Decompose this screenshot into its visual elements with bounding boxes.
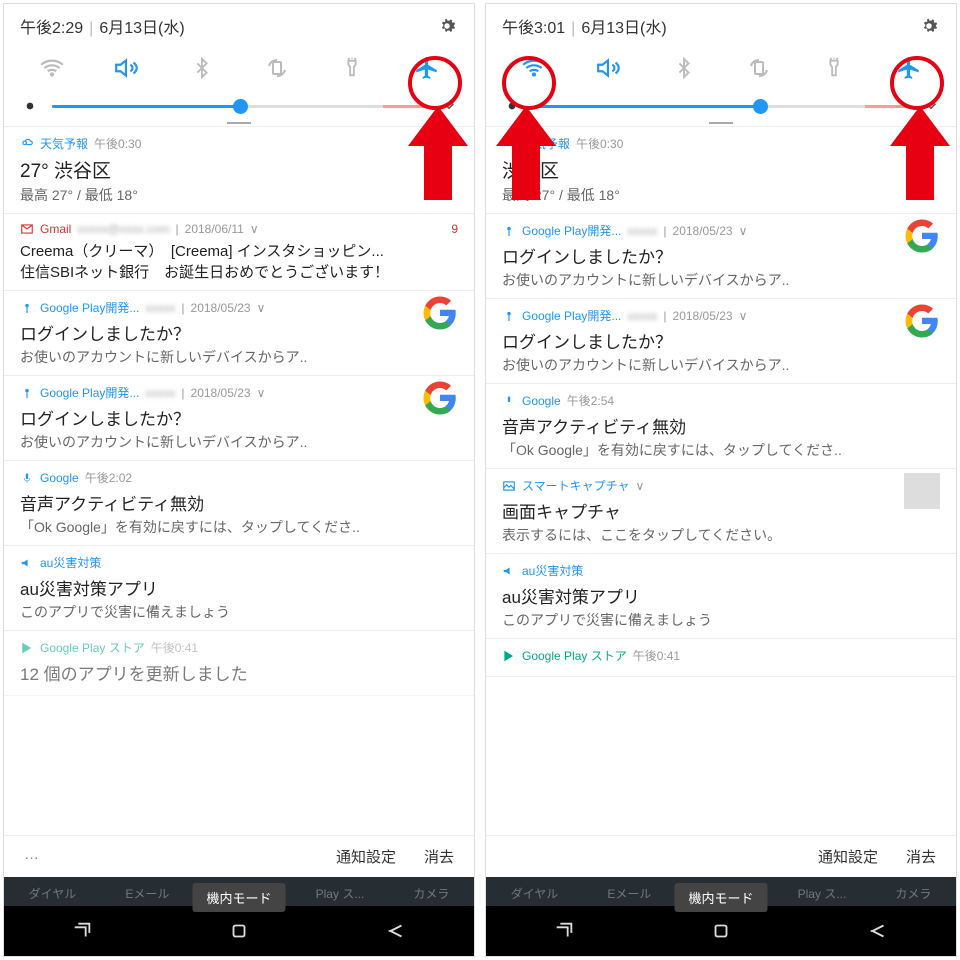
airplane-icon[interactable] bbox=[409, 50, 445, 86]
dock: ダイヤル Eメール ブラウザ Play ス... カメラ 機内モード bbox=[486, 877, 956, 906]
notif-au[interactable]: au災害対策 au災害対策アプリ このアプリで災害に備えましょう bbox=[4, 546, 474, 631]
phone-right: 午後3:01|6月13日(水) 天気予報午後0:30 渋谷区 最高 27° / … bbox=[485, 3, 957, 957]
airplane-icon[interactable] bbox=[891, 50, 927, 86]
back-icon[interactable] bbox=[867, 920, 889, 942]
sound-icon[interactable] bbox=[591, 50, 627, 86]
status-header: 午後3:01|6月13日(水) bbox=[486, 4, 956, 44]
notif-playstore[interactable]: Google Play ストア午後0:41 12 個のアプリを更新しました bbox=[4, 631, 474, 696]
dock-dial[interactable]: ダイヤル bbox=[29, 885, 77, 902]
megaphone-icon bbox=[20, 556, 34, 570]
mic-icon bbox=[20, 471, 34, 485]
megaphone-icon bbox=[502, 564, 516, 578]
play-icon bbox=[502, 649, 516, 663]
dock-email[interactable]: Eメール bbox=[125, 885, 169, 902]
phone-left: 午後2:29|6月13日(水) 天気予報午後0:30 27° 渋谷区 最高 27… bbox=[3, 3, 475, 957]
clear-button[interactable]: 消去 bbox=[906, 846, 936, 867]
dock: ダイヤル Eメール ブラウザ Play ス... カメラ 機内モード bbox=[4, 877, 474, 906]
gear-icon[interactable] bbox=[436, 15, 458, 37]
recent-icon[interactable] bbox=[71, 920, 93, 942]
play-icon bbox=[20, 641, 34, 655]
weather-icon bbox=[20, 137, 34, 151]
notif-settings-button[interactable]: 通知設定 bbox=[336, 846, 396, 867]
notif-smartcapture[interactable]: スマートキャプチャ∨ 画面キャプチャ 表示するには、ここをタップしてください。 bbox=[486, 469, 956, 554]
key-icon bbox=[502, 309, 516, 323]
bluetooth-icon[interactable] bbox=[184, 50, 220, 86]
wifi-icon[interactable] bbox=[34, 50, 70, 86]
clock: 午後2:29|6月13日(水) bbox=[20, 14, 185, 38]
notifications: 天気予報午後0:30 渋谷区 最高 27° / 最低 18° Google Pl… bbox=[486, 126, 956, 835]
dock-dial[interactable]: ダイヤル bbox=[511, 885, 559, 902]
status-header: 午後2:29|6月13日(水) bbox=[4, 4, 474, 44]
chevron-down-icon[interactable] bbox=[922, 97, 940, 115]
google-logo-icon bbox=[904, 218, 940, 254]
thumbnail bbox=[904, 473, 940, 509]
quick-settings bbox=[486, 44, 956, 90]
dock-play[interactable]: Play ス... bbox=[798, 885, 847, 902]
recent-icon[interactable] bbox=[553, 920, 575, 942]
gmail-icon bbox=[20, 222, 34, 236]
toast: 機内モード bbox=[674, 883, 767, 912]
clock: 午後3:01|6月13日(水) bbox=[502, 14, 667, 38]
notif-gplay-1[interactable]: Google Play開発...xxxxx| 2018/05/23∨ ログインし… bbox=[486, 214, 956, 299]
notif-au[interactable]: au災害対策 au災害対策アプリ このアプリで災害に備えましょう bbox=[486, 554, 956, 639]
gear-icon[interactable] bbox=[918, 15, 940, 37]
dock-camera[interactable]: カメラ bbox=[895, 885, 931, 902]
home-icon[interactable] bbox=[228, 920, 250, 942]
wifi-icon[interactable] bbox=[516, 50, 552, 86]
dock-email[interactable]: Eメール bbox=[607, 885, 651, 902]
notifications: 天気予報午後0:30 27° 渋谷区 最高 27° / 最低 18° Gmail… bbox=[4, 126, 474, 835]
clear-button[interactable]: 消去 bbox=[424, 846, 454, 867]
home-icon[interactable] bbox=[710, 920, 732, 942]
google-logo-icon bbox=[422, 380, 458, 416]
bluetooth-icon[interactable] bbox=[666, 50, 702, 86]
notif-playstore[interactable]: Google Play ストア午後0:41 bbox=[486, 639, 956, 677]
brightness-slider[interactable] bbox=[4, 90, 474, 120]
key-icon bbox=[502, 224, 516, 238]
notif-voice[interactable]: Google午後2:54 音声アクティビティ無効 「Ok Google」を有効に… bbox=[486, 384, 956, 469]
weather-icon bbox=[502, 137, 516, 151]
notif-weather[interactable]: 天気予報午後0:30 27° 渋谷区 最高 27° / 最低 18° bbox=[4, 127, 474, 214]
nav-bar bbox=[486, 906, 956, 956]
sound-icon[interactable] bbox=[109, 50, 145, 86]
flashlight-icon[interactable] bbox=[334, 50, 370, 86]
notif-weather[interactable]: 天気予報午後0:30 渋谷区 最高 27° / 最低 18° bbox=[486, 127, 956, 214]
rotate-icon[interactable] bbox=[259, 50, 295, 86]
dock-play[interactable]: Play ス... bbox=[316, 885, 365, 902]
rotate-icon[interactable] bbox=[741, 50, 777, 86]
more-icon[interactable]: … bbox=[24, 846, 41, 867]
flashlight-icon[interactable] bbox=[816, 50, 852, 86]
back-icon[interactable] bbox=[385, 920, 407, 942]
notif-voice[interactable]: Google午後2:02 音声アクティビティ無効 「Ok Google」を有効に… bbox=[4, 461, 474, 546]
key-icon bbox=[20, 301, 34, 315]
notif-gplay-1[interactable]: Google Play開発...xxxxx| 2018/05/23∨ ログインし… bbox=[4, 291, 474, 376]
sun-icon bbox=[20, 96, 40, 116]
notif-gplay-2[interactable]: Google Play開発...xxxxx| 2018/05/23∨ ログインし… bbox=[4, 376, 474, 461]
dock-camera[interactable]: カメラ bbox=[413, 885, 449, 902]
toast: 機内モード bbox=[192, 883, 285, 912]
image-icon bbox=[502, 479, 516, 493]
google-logo-icon bbox=[904, 303, 940, 339]
nav-bar bbox=[4, 906, 474, 956]
brightness-slider[interactable] bbox=[486, 90, 956, 120]
google-logo-icon bbox=[422, 295, 458, 331]
notif-gplay-2[interactable]: Google Play開発...xxxxx| 2018/05/23∨ ログインし… bbox=[486, 299, 956, 384]
notif-footer: 通知設定 消去 bbox=[486, 835, 956, 877]
chevron-down-icon[interactable] bbox=[440, 97, 458, 115]
notif-footer: … 通知設定 消去 bbox=[4, 835, 474, 877]
notif-gmail[interactable]: Gmailxxxxx@xxxx.com| 2018/06/11∨9 Creema… bbox=[4, 214, 474, 291]
mic-icon bbox=[502, 394, 516, 408]
notif-settings-button[interactable]: 通知設定 bbox=[818, 846, 878, 867]
key-icon bbox=[20, 386, 34, 400]
quick-settings bbox=[4, 44, 474, 90]
sun-icon bbox=[502, 96, 522, 116]
